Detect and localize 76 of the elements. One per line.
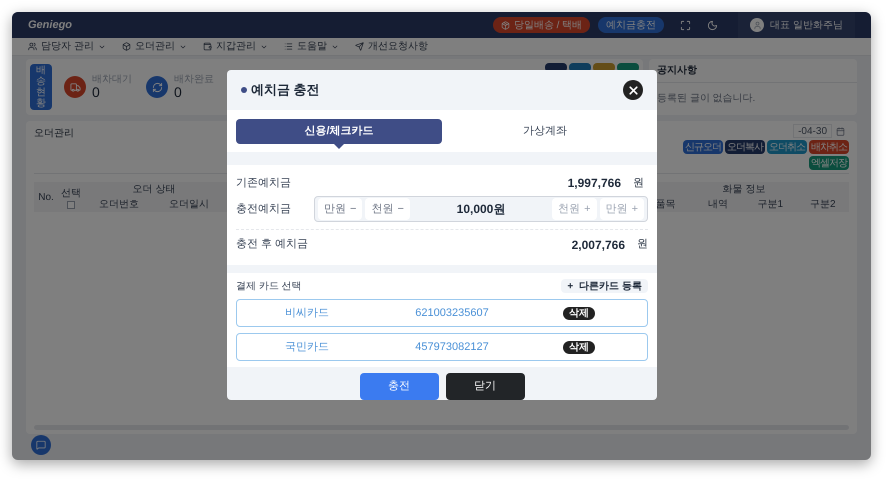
table-header-cell-text: 구분2 <box>808 198 837 212</box>
toolbar-button[interactable]: 배차취소 <box>809 140 849 154</box>
currency-unit: 원 <box>637 237 648 252</box>
card-number: 457973082127 <box>414 340 490 355</box>
payment-tab[interactable]: 가상계좌 <box>442 118 648 144</box>
delete-card-button[interactable]: 삭제 <box>563 306 595 320</box>
stat-value: 0 <box>174 85 183 99</box>
people-icon <box>28 42 37 51</box>
tab-pointer-icon <box>334 144 344 148</box>
logo[interactable]: Geniego <box>28 16 72 34</box>
user-menu[interactable]: 대표 일반화주님 <box>738 12 855 38</box>
refresh-icon <box>146 76 168 98</box>
delivery-pill-button[interactable]: 당일배송 / 택배 <box>492 17 590 33</box>
charge-pill-button[interactable]: 예치금충전 <box>598 17 664 33</box>
toolbar-button[interactable]: 엑셀저장 <box>809 156 849 170</box>
card-row[interactable]: 비씨카드 621003235607 삭제 <box>236 299 648 327</box>
send-icon <box>354 42 364 51</box>
delete-card-button[interactable]: 삭제 <box>563 340 595 354</box>
table-header-cell-text: 구분1 <box>756 198 784 212</box>
card-row[interactable]: 국민카드 457973082127 삭제 <box>236 333 648 361</box>
toolbar-button[interactable]: 오더취소 <box>767 140 807 154</box>
balance-value: 1,997,766 <box>568 175 621 192</box>
table-header-cell-text: 오더 상태 <box>132 183 176 197</box>
bullet-icon <box>241 87 247 93</box>
close-button[interactable] <box>623 80 643 100</box>
chat-icon[interactable] <box>31 435 51 455</box>
list-icon <box>284 42 293 51</box>
close-icon <box>626 84 640 96</box>
amount-step-button[interactable]: 천원 − <box>365 198 410 220</box>
delivery-status-tile[interactable]: 배송현황 <box>30 64 52 110</box>
card-name: 비씨카드 <box>284 306 330 321</box>
table-header-cell-text: 화물 정보 <box>722 183 766 197</box>
amount-stepper[interactable]: 만원 − 천원 − 10,000원 천원 + 만원 + <box>314 196 648 222</box>
table-header-cell-text: 선택 <box>61 186 81 200</box>
wallet-icon <box>202 42 212 51</box>
close-dialog-button[interactable]: 닫기 <box>446 373 524 400</box>
field-label: 충전예치금 <box>236 202 292 217</box>
select-all-checkbox[interactable] <box>67 200 75 208</box>
nav-menu-item[interactable]: 지갑관리 <box>202 39 268 54</box>
stat-value: 0 <box>92 85 101 99</box>
orders-title: 오더관리 <box>34 127 74 141</box>
calendar-icon[interactable] <box>836 126 845 136</box>
field-label: 충전 후 예치금 <box>236 237 308 252</box>
toolbar-button[interactable]: 신규오더 <box>683 140 723 154</box>
notice-empty-text: 등록된 글이 없습니다. <box>656 92 756 106</box>
table-header-cell-text: 품목 <box>654 198 676 212</box>
add-card-button[interactable]: + 다른카드 등록 <box>561 279 648 293</box>
charge-button[interactable]: 충전 <box>360 373 438 400</box>
user-name: 대표 일반화주님 <box>770 18 843 32</box>
nav-menu-item[interactable]: 도움말 <box>284 39 339 54</box>
table-header-cell-text: 오더일시 <box>168 198 210 212</box>
table-header-cell-text: No. <box>37 190 55 204</box>
charge-amount: 10,000원 <box>456 201 506 218</box>
cube-icon <box>122 42 131 51</box>
currency-unit: 원 <box>633 176 644 191</box>
amount-step-button[interactable]: 천원 + <box>552 198 597 220</box>
table-header-cell-text: 오더번호 <box>98 198 140 212</box>
after-balance-value: 2,007,766 <box>572 236 625 254</box>
avatar-icon <box>750 18 764 32</box>
modal-title: 예치금 충전 <box>251 81 320 100</box>
nav-menu-item[interactable]: 오더관리 <box>122 39 187 54</box>
toolbar-button[interactable]: 오더복사 <box>725 140 765 154</box>
field-label: 기존예치금 <box>236 176 291 191</box>
fullscreen-icon[interactable] <box>680 20 692 30</box>
moon-icon[interactable] <box>707 20 718 30</box>
table-header-cell-text: 내역 <box>706 198 729 212</box>
amount-step-button[interactable]: 만원 + <box>600 198 644 220</box>
amount-step-button[interactable]: 만원 − <box>318 198 362 220</box>
nav-menu-item[interactable]: 개선요청사항 <box>354 39 428 54</box>
truck-icon <box>64 76 86 98</box>
card-number: 621003235607 <box>414 306 490 321</box>
section-label: 결제 카드 선택 <box>236 280 302 294</box>
date-field[interactable]: -04-30 <box>793 124 832 138</box>
card-name: 국민카드 <box>284 340 330 355</box>
nav-menu-item[interactable]: 담당자 관리 <box>28 39 106 54</box>
box-icon <box>500 20 510 30</box>
